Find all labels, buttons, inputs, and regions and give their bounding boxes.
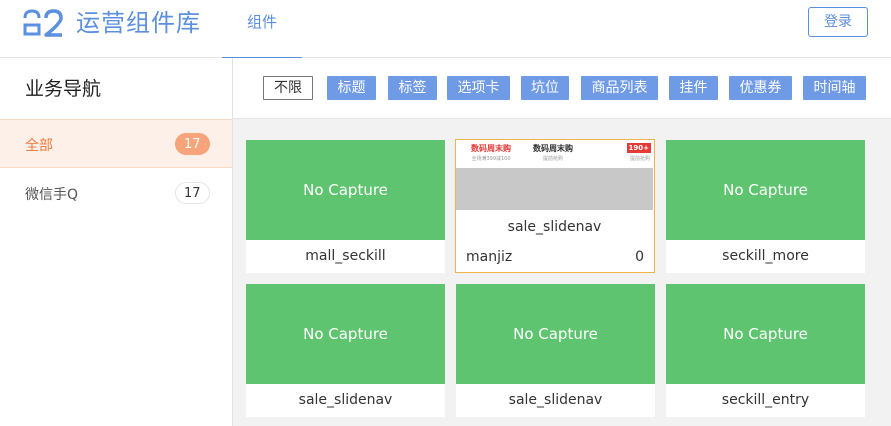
login-button[interactable]: 登录	[808, 7, 868, 37]
filter-chip-title[interactable]: 标题	[327, 76, 376, 100]
filter-chip-slot[interactable]: 坑位	[521, 76, 569, 100]
component-card[interactable]: No Capture sale_slidenav	[246, 284, 445, 417]
filter-chip-tabs[interactable]: 选项卡	[447, 76, 510, 100]
component-card[interactable]: No Capture mall_seckill	[246, 140, 445, 273]
sidebar: 业务导航 全部 17 微信手Q 17	[0, 58, 233, 426]
card-thumbnail: No Capture	[456, 284, 655, 384]
filter-chip-unlimited[interactable]: 不限	[263, 76, 313, 100]
preview-promo: 数码周末购 提前抢购	[533, 144, 573, 162]
component-card[interactable]: No Capture seckill_more	[666, 140, 865, 273]
card-name: sale_slidenav	[298, 392, 393, 408]
card-name: mall_seckill	[305, 248, 386, 264]
tab-components[interactable]: 组件	[222, 0, 302, 59]
logo-icon	[23, 9, 63, 37]
card-name: sale_slidenav	[508, 392, 603, 408]
preview-promo: 数码周末购 全场满399减100	[471, 144, 511, 162]
count-badge: 17	[175, 133, 210, 155]
count-badge: 17	[175, 182, 210, 204]
card-like-count: 0	[635, 249, 644, 265]
card-author: manjiz	[466, 249, 513, 265]
preview-placeholder	[456, 168, 653, 210]
filter-chip-timeline[interactable]: 时间轴	[803, 76, 866, 100]
sidebar-item-label: 全部	[25, 138, 53, 154]
main-content: 不限 标题 标签 选项卡 坑位 商品列表 挂件 优惠券 时间轴 No Captu…	[233, 58, 891, 426]
card-thumbnail: No Capture	[666, 140, 865, 240]
component-card-highlighted[interactable]: 数码周末购 全场满399减100 数码周末购 提前抢购 190+ 提前抢购 sa…	[455, 139, 655, 273]
preview-strip: 数码周末购 全场满399减100 数码周末购 提前抢购 190+ 提前抢购	[456, 140, 653, 168]
component-card[interactable]: No Capture seckill_entry	[666, 284, 865, 417]
sidebar-item-wechat-qq[interactable]: 微信手Q 17	[0, 169, 232, 218]
filter-chip-tag[interactable]: 标签	[388, 76, 437, 100]
filter-bar: 不限 标题 标签 选项卡 坑位 商品列表 挂件 优惠券 时间轴	[233, 58, 891, 119]
app-title: 运营组件库	[76, 9, 201, 37]
card-preview: 数码周末购 全场满399减100 数码周末购 提前抢购 190+ 提前抢购	[456, 140, 653, 210]
card-thumbnail: No Capture	[246, 140, 445, 240]
card-name: seckill_entry	[721, 392, 810, 408]
filter-chip-coupon[interactable]: 优惠券	[729, 76, 792, 100]
filter-chip-product-list[interactable]: 商品列表	[581, 76, 658, 100]
preview-promo: 190+ 提前抢购	[626, 143, 651, 162]
card-thumbnail: No Capture	[666, 284, 865, 384]
card-name: sale_slidenav	[507, 219, 602, 235]
filter-chip-widget[interactable]: 挂件	[669, 76, 718, 100]
sidebar-title: 业务导航	[25, 78, 102, 100]
card-thumbnail: No Capture	[246, 284, 445, 384]
sidebar-item-all[interactable]: 全部 17	[0, 119, 232, 168]
top-header: 运营组件库 组件 登录	[0, 0, 891, 59]
sidebar-item-label: 微信手Q	[25, 187, 79, 203]
component-card[interactable]: No Capture sale_slidenav	[456, 284, 655, 417]
card-name: seckill_more	[722, 248, 809, 264]
